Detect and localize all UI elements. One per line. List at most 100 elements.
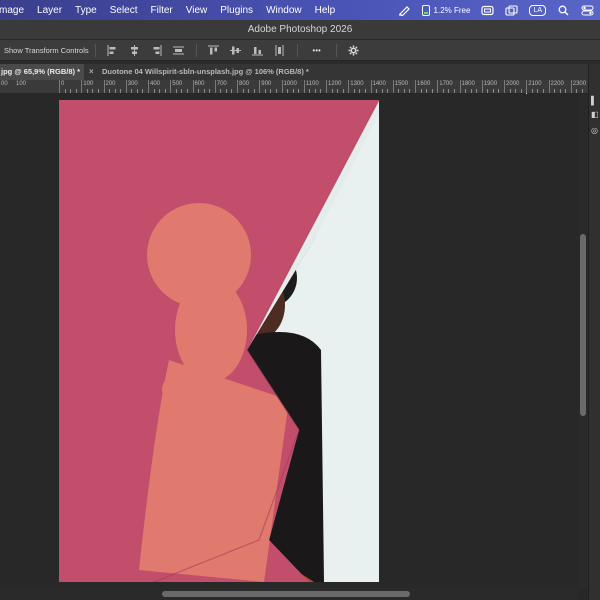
tab-label: Duotone 04 Willspirit-sbln-unsplash.jpg … bbox=[102, 67, 309, 76]
menu-image[interactable]: mage bbox=[0, 5, 24, 16]
options-bar: Show Transform Controls ••• bbox=[0, 40, 600, 61]
ruler-tick bbox=[470, 89, 472, 93]
duotone-artwork bbox=[59, 100, 379, 582]
ruler-tick bbox=[509, 89, 511, 93]
distribute-horizontal-icon[interactable] bbox=[173, 44, 185, 56]
divider bbox=[296, 43, 298, 57]
menu-plugins[interactable]: Plugins bbox=[220, 5, 253, 16]
close-icon[interactable]: × bbox=[89, 64, 94, 80]
ruler-tick bbox=[70, 89, 72, 93]
menu-help[interactable]: Help bbox=[315, 5, 336, 16]
ruler-tick bbox=[476, 89, 478, 93]
window-switch-icon[interactable] bbox=[505, 4, 518, 16]
ruler-tick bbox=[348, 80, 350, 93]
scroll-thumb[interactable] bbox=[580, 234, 586, 416]
cast-icon[interactable] bbox=[481, 5, 495, 15]
align-bottom-icon[interactable] bbox=[252, 44, 264, 56]
ruler-tick bbox=[565, 89, 567, 93]
menu-filter[interactable]: Filter bbox=[151, 5, 173, 16]
ruler-tick bbox=[420, 89, 422, 93]
ruler-tick bbox=[403, 89, 405, 93]
tab-duotone-document[interactable]: × Duotone 04 Willspirit-sbln-unsplash.jp… bbox=[84, 64, 588, 80]
search-icon[interactable] bbox=[557, 5, 570, 15]
ruler-label: 1300 bbox=[350, 81, 364, 87]
ruler-tick bbox=[125, 80, 127, 93]
align-center-icon[interactable] bbox=[129, 44, 141, 56]
ruler-tick bbox=[198, 89, 200, 93]
panel-icon[interactable]: ▌ bbox=[591, 96, 600, 105]
ruler-tick bbox=[220, 89, 222, 93]
ruler-tick bbox=[153, 89, 155, 93]
align-middle-icon[interactable] bbox=[230, 44, 242, 56]
document-tabs: jpg @ 65,9% (RGB/8) * × Duotone 04 Wills… bbox=[0, 64, 588, 80]
ruler-tick bbox=[214, 80, 216, 93]
pen-tool-icon[interactable] bbox=[398, 5, 411, 16]
divider bbox=[335, 43, 337, 57]
ruler-label: 2300 bbox=[572, 81, 587, 87]
ruler-tick bbox=[248, 89, 250, 93]
ruler-label: 500 bbox=[172, 81, 183, 87]
panel-icon[interactable]: ◧ bbox=[591, 110, 600, 119]
input-source-badge[interactable]: LA bbox=[529, 4, 546, 16]
divider bbox=[94, 43, 96, 57]
align-right-icon[interactable] bbox=[151, 44, 163, 56]
ruler-tick bbox=[359, 89, 361, 93]
vertical-scrollbar[interactable] bbox=[578, 94, 588, 588]
ruler-label: 600 bbox=[194, 81, 205, 87]
ruler-tick bbox=[314, 89, 316, 93]
ruler-tick bbox=[554, 89, 556, 93]
panel-icon[interactable]: ◎ bbox=[591, 126, 600, 135]
ruler-tick bbox=[548, 80, 550, 93]
menu-layer[interactable]: Layer bbox=[37, 5, 62, 16]
ruler-tick bbox=[164, 89, 166, 93]
ruler-tick bbox=[75, 89, 77, 93]
ruler-tick bbox=[281, 80, 283, 93]
ruler-label: 1100 bbox=[305, 81, 319, 87]
align-left-icon[interactable] bbox=[107, 44, 119, 56]
window-title: Adobe Photoshop 2026 bbox=[0, 20, 600, 40]
memory-indicator[interactable]: 1.2% Free bbox=[421, 4, 470, 16]
ruler-tick bbox=[459, 80, 461, 93]
menu-select[interactable]: Select bbox=[110, 5, 138, 16]
ruler-tick bbox=[253, 89, 255, 93]
ruler-label: 1500 bbox=[394, 81, 409, 87]
ruler-tick bbox=[520, 89, 522, 93]
ruler-tick bbox=[426, 89, 428, 93]
ruler-tick bbox=[515, 89, 517, 93]
ruler-tick bbox=[531, 89, 533, 93]
scroll-thumb[interactable] bbox=[162, 591, 410, 597]
ruler-tick bbox=[81, 80, 83, 93]
distribute-vertical-icon[interactable] bbox=[274, 44, 286, 56]
ruler-label: 2200 bbox=[550, 81, 564, 87]
more-options-button[interactable]: ••• bbox=[309, 44, 325, 56]
ruler-tick bbox=[337, 89, 339, 93]
menu-type[interactable]: Type bbox=[75, 5, 97, 16]
gear-icon[interactable] bbox=[348, 44, 360, 56]
menu-window[interactable]: Window bbox=[266, 5, 302, 16]
ruler-tick bbox=[437, 80, 439, 93]
align-top-icon[interactable] bbox=[208, 44, 220, 56]
ruler-tick bbox=[186, 89, 188, 93]
ruler-label: 100 bbox=[16, 81, 27, 87]
control-center-icon[interactable] bbox=[581, 5, 594, 15]
ruler-tick bbox=[92, 89, 94, 93]
ruler-tick bbox=[203, 89, 205, 93]
ruler-tick bbox=[114, 89, 116, 93]
ruler-tick bbox=[231, 89, 233, 93]
ruler-tick bbox=[303, 80, 305, 93]
ruler-tick bbox=[465, 89, 467, 93]
ruler-tick bbox=[192, 80, 194, 93]
ruler-label: 400 bbox=[150, 81, 161, 87]
ruler-tick bbox=[537, 89, 539, 93]
horizontal-ruler[interactable]: 00 100 0 100 200 300 400 500 600 700 800 900 1000 1… bbox=[0, 80, 588, 94]
horizontal-scrollbar[interactable] bbox=[0, 588, 578, 600]
ruler-tick bbox=[398, 89, 400, 93]
ruler-tick bbox=[64, 89, 66, 93]
tab-active-document[interactable]: jpg @ 65,9% (RGB/8) * bbox=[0, 64, 84, 80]
ruler-tick bbox=[415, 80, 416, 93]
show-transform-controls-label[interactable]: Show Transform Controls bbox=[4, 46, 89, 55]
ruler-tick bbox=[237, 80, 238, 93]
document-canvas[interactable] bbox=[59, 100, 379, 582]
menu-view[interactable]: View bbox=[186, 5, 208, 16]
ruler-tick bbox=[97, 89, 99, 93]
